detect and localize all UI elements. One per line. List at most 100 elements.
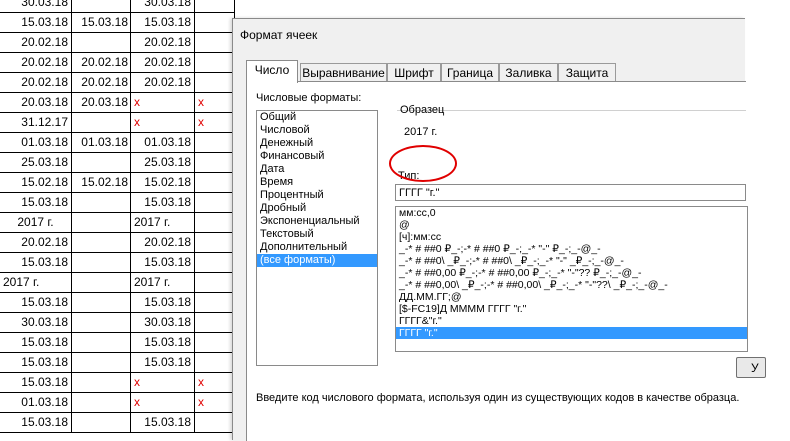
sheet-cell[interactable] bbox=[72, 153, 131, 173]
format-code-list[interactable]: мм:сс,0 @ [ч]:мм:сс _-* # ##0 ₽_-;-* # ##0 … bbox=[395, 206, 748, 352]
category-item[interactable]: Дата bbox=[257, 163, 377, 176]
type-input[interactable]: ГГГГ "г." bbox=[395, 184, 746, 201]
sheet-cell[interactable]: 15.02.18 bbox=[131, 173, 195, 193]
format-code-item[interactable]: мм:сс,0 bbox=[396, 207, 747, 219]
sheet-cell[interactable]: 15.03.18 bbox=[131, 333, 195, 353]
sheet-cell[interactable]: x bbox=[195, 113, 235, 133]
sheet-cell[interactable]: 15.02.18 bbox=[72, 173, 131, 193]
format-code-item[interactable]: _-* # ##0 ₽_-;-* # ##0 ₽_-;_-* "-" ₽_-;_… bbox=[396, 243, 747, 255]
sheet-cell[interactable]: 15.02.18 bbox=[0, 173, 72, 193]
sheet-cell[interactable] bbox=[72, 413, 131, 433]
sheet-cell[interactable]: 15.03.18 bbox=[0, 353, 72, 373]
sheet-cell[interactable]: 20.02.18 bbox=[131, 53, 195, 73]
sheet-cell[interactable]: 20.02.18 bbox=[72, 53, 131, 73]
sheet-cell[interactable] bbox=[195, 353, 235, 373]
sheet-cell[interactable] bbox=[72, 0, 131, 13]
sheet-cell[interactable] bbox=[72, 293, 131, 313]
sheet-cell[interactable]: 15.03.18 bbox=[0, 193, 72, 213]
sheet-cell[interactable]: 30.03.18 bbox=[0, 0, 72, 13]
category-item[interactable]: Дополнительный bbox=[257, 241, 377, 254]
sheet-cell[interactable]: 15.03.18 bbox=[131, 413, 195, 433]
sheet-cell[interactable] bbox=[195, 173, 235, 193]
sheet-cell[interactable] bbox=[195, 313, 235, 333]
sheet-cell[interactable] bbox=[195, 153, 235, 173]
sheet-cell[interactable]: 2017 г. bbox=[0, 273, 72, 293]
category-item[interactable]: Числовой bbox=[257, 124, 377, 137]
tab-border[interactable]: Граница bbox=[441, 63, 499, 82]
sheet-cell[interactable]: 20.02.18 bbox=[0, 33, 72, 53]
sheet-cell[interactable] bbox=[195, 53, 235, 73]
sheet-cell[interactable]: 2017 г. bbox=[131, 273, 195, 293]
sheet-cell[interactable]: 01.03.18 bbox=[0, 133, 72, 153]
format-code-item[interactable]: [$-FC19]Д ММММ ГГГГ "г." bbox=[396, 303, 747, 315]
sheet-cell[interactable]: 01.03.18 bbox=[131, 133, 195, 153]
sheet-cell[interactable] bbox=[72, 193, 131, 213]
sheet-cell[interactable]: 20.03.18 bbox=[0, 93, 72, 113]
sheet-cell[interactable] bbox=[72, 253, 131, 273]
sheet-cell[interactable] bbox=[195, 413, 235, 433]
sheet-cell[interactable]: 15.03.18 bbox=[0, 413, 72, 433]
category-item[interactable]: (все форматы) bbox=[257, 254, 377, 267]
category-item[interactable]: Экспоненциальный bbox=[257, 215, 377, 228]
sheet-cell[interactable]: 15.03.18 bbox=[0, 13, 72, 33]
category-item[interactable]: Дробный bbox=[257, 202, 377, 215]
sheet-cell[interactable]: 20.02.18 bbox=[72, 73, 131, 93]
sheet-cell[interactable] bbox=[72, 233, 131, 253]
sheet-cell[interactable] bbox=[72, 373, 131, 393]
sheet-cell[interactable]: 01.03.18 bbox=[0, 393, 72, 413]
sheet-cell[interactable] bbox=[195, 193, 235, 213]
sheet-cell[interactable]: 30.03.18 bbox=[131, 313, 195, 333]
sheet-cell[interactable]: 20.02.18 bbox=[0, 233, 72, 253]
tab-protection[interactable]: Защита bbox=[558, 63, 616, 82]
sheet-cell[interactable]: 2017 г. bbox=[131, 213, 195, 233]
sheet-cell[interactable]: 31.12.17 bbox=[0, 113, 72, 133]
sheet-cell[interactable] bbox=[195, 73, 235, 93]
format-code-item[interactable]: _-* # ##0\ _₽_-;-* # ##0\ _₽_-;_-* "-" _… bbox=[396, 255, 747, 267]
tab-alignment[interactable]: Выравнивание bbox=[300, 63, 387, 82]
sheet-cell[interactable]: x bbox=[195, 393, 235, 413]
sheet-cell[interactable]: 15.03.18 bbox=[131, 253, 195, 273]
sheet-cell[interactable]: 25.03.18 bbox=[131, 153, 195, 173]
sheet-cell[interactable] bbox=[195, 233, 235, 253]
sheet-cell[interactable] bbox=[195, 273, 235, 293]
format-code-item[interactable]: ДД.ММ.ГГ;@ bbox=[396, 291, 747, 303]
sheet-cell[interactable]: 15.03.18 bbox=[131, 353, 195, 373]
sheet-cell[interactable] bbox=[72, 393, 131, 413]
sheet-cell[interactable] bbox=[72, 313, 131, 333]
category-item[interactable]: Текстовый bbox=[257, 228, 377, 241]
sheet-cell[interactable]: 01.03.18 bbox=[72, 133, 131, 153]
category-item[interactable]: Финансовый bbox=[257, 150, 377, 163]
sheet-cell[interactable]: 15.03.18 bbox=[72, 13, 131, 33]
sheet-cell[interactable]: 20.02.18 bbox=[131, 233, 195, 253]
sheet-cell[interactable]: x bbox=[195, 373, 235, 393]
format-code-item[interactable]: @ bbox=[396, 219, 747, 231]
sheet-cell[interactable]: 25.03.18 bbox=[0, 153, 72, 173]
sheet-cell[interactable] bbox=[195, 293, 235, 313]
sheet-cell[interactable]: 20.02.18 bbox=[131, 33, 195, 53]
format-code-item[interactable]: _-* # ##0,00 ₽_-;-* # ##0,00 ₽_-;_-* "-"… bbox=[396, 267, 747, 279]
sheet-cell[interactable]: x bbox=[131, 373, 195, 393]
sheet-cell[interactable]: x bbox=[195, 93, 235, 113]
sheet-cell[interactable]: 15.03.18 bbox=[0, 333, 72, 353]
tab-font[interactable]: Шрифт bbox=[387, 63, 441, 82]
category-item[interactable]: Время bbox=[257, 176, 377, 189]
sheet-cell[interactable] bbox=[72, 213, 131, 233]
category-list[interactable]: Общий Числовой Денежный Финансовый Дата Время… bbox=[256, 110, 378, 366]
sheet-cell[interactable]: 20.02.18 bbox=[131, 73, 195, 93]
sheet-cell[interactable] bbox=[195, 13, 235, 33]
sheet-cell[interactable] bbox=[72, 333, 131, 353]
sheet-cell[interactable]: 2017 г. bbox=[0, 213, 72, 233]
format-code-item[interactable]: ГГГГ&"г." bbox=[396, 315, 747, 327]
tab-number[interactable]: Число bbox=[246, 60, 298, 83]
sheet-cell[interactable] bbox=[72, 113, 131, 133]
sheet-cell[interactable]: 15.03.18 bbox=[0, 373, 72, 393]
sheet-cell[interactable] bbox=[195, 0, 235, 13]
sheet-cell[interactable] bbox=[72, 273, 131, 293]
category-item[interactable]: Процентный bbox=[257, 189, 377, 202]
format-code-item[interactable]: _-* # ##0,00\ _₽_-;-* # ##0,00\ _₽_-;_-*… bbox=[396, 279, 747, 291]
sheet-cell[interactable]: 20.03.18 bbox=[72, 93, 131, 113]
sheet-cell[interactable] bbox=[72, 33, 131, 53]
sheet-cell[interactable] bbox=[195, 213, 235, 233]
sheet-cell[interactable]: 15.03.18 bbox=[131, 193, 195, 213]
tab-fill[interactable]: Заливка bbox=[499, 63, 558, 82]
